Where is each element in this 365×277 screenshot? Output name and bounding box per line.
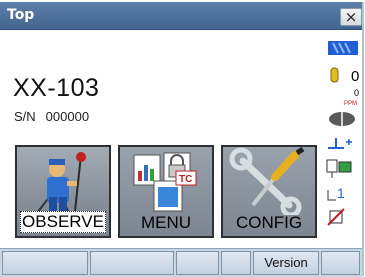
observe-label: OBSERVE: [20, 211, 106, 233]
close-button[interactable]: ×: [340, 8, 362, 26]
tilt-icon: [328, 138, 352, 149]
surveyor-icon: [17, 147, 109, 215]
memory-icon: [327, 208, 345, 226]
battery-icon: [328, 41, 358, 55]
serial-number-row: S/N 000000: [14, 109, 89, 124]
version-button[interactable]: Version: [253, 251, 319, 275]
status-icons: 0 0 PPM 1: [326, 41, 359, 226]
softkey-bar: Version: [0, 248, 362, 277]
menu-documents-icon: TC: [133, 152, 197, 212]
serial-number: 000000: [45, 109, 90, 124]
title-bar: Top ×: [0, 2, 362, 30]
softkey-4[interactable]: [221, 251, 251, 275]
config-button[interactable]: CONFIG: [221, 145, 317, 238]
svg-text:0: 0: [354, 88, 359, 98]
target-icon: [329, 112, 355, 126]
main-content: XX-103 S/N 000000 OBSERVE TC MENU CONFIG: [0, 30, 322, 248]
menu-label: MENU: [140, 213, 192, 232]
menu-button[interactable]: TC MENU: [118, 145, 214, 238]
config-label: CONFIG: [235, 213, 303, 232]
softkey-1[interactable]: [2, 251, 88, 275]
input-mode-icon: 1: [327, 185, 345, 201]
status-panel: 0 0 PPM 1: [322, 30, 362, 248]
serial-label: S/N: [14, 109, 36, 124]
softkey-3[interactable]: [176, 251, 219, 275]
instrument-model: XX-103: [13, 74, 100, 102]
svg-text:1: 1: [337, 185, 345, 201]
svg-text:TC: TC: [179, 174, 192, 185]
communication-icon: [326, 159, 352, 178]
atmospheric-correction-icon: 0 0 PPM: [330, 67, 359, 107]
atm-value: 0: [351, 68, 359, 85]
softkey-2[interactable]: [90, 251, 174, 275]
observe-button[interactable]: OBSERVE: [15, 145, 111, 238]
softkey-6[interactable]: [321, 251, 360, 275]
close-icon: ×: [344, 8, 358, 26]
window-title: Top: [7, 7, 35, 23]
app-window: Top × XX-103 S/N 000000 OBSERVE TC MENU …: [0, 2, 364, 277]
ppm-label: PPM: [344, 101, 357, 107]
wrench-screwdriver-icon: [229, 147, 305, 215]
